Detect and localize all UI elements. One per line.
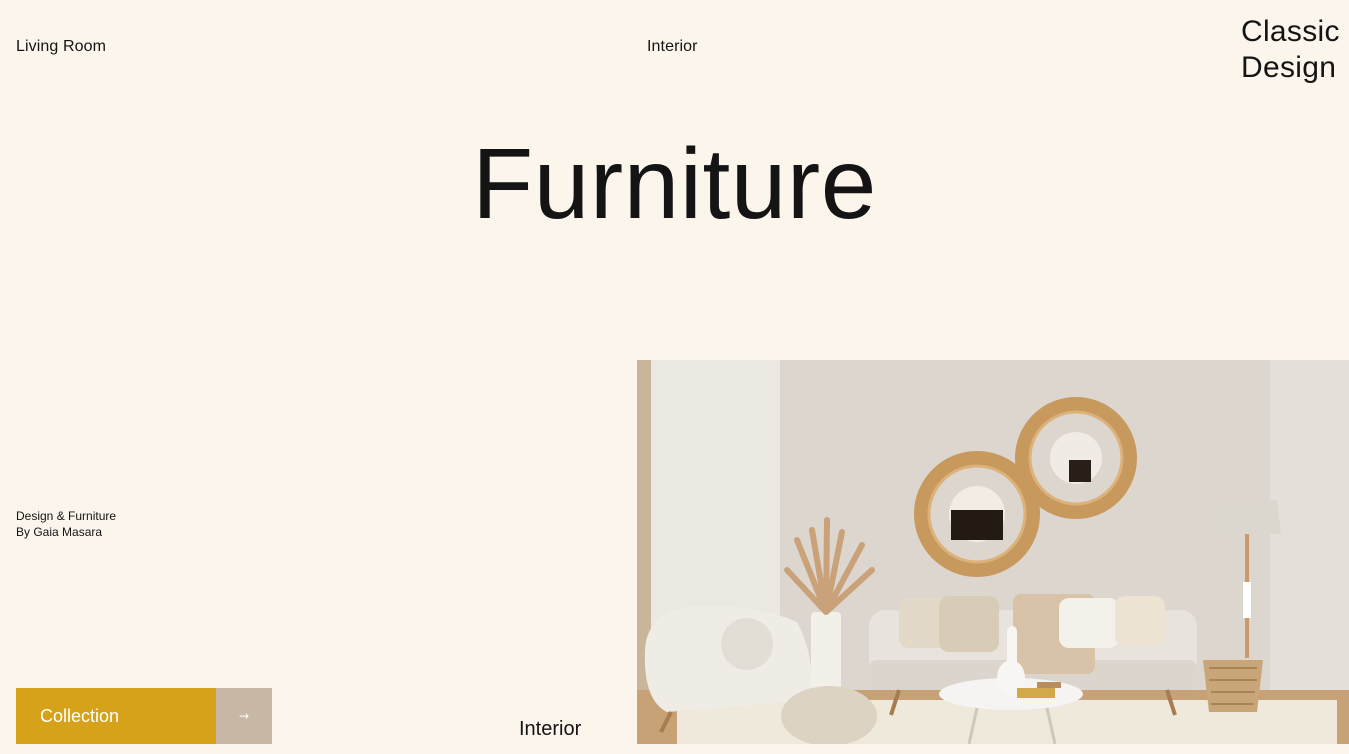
nav-link-living-room[interactable]: Living Room [16, 38, 106, 56]
credit-line-2: By Gaia Masara [16, 525, 103, 539]
collection-button[interactable]: Collection [16, 688, 216, 744]
brand-line-2: Design [1241, 51, 1337, 84]
hero-title: Furniture [472, 128, 877, 240]
arrow-right-icon: → [238, 709, 250, 723]
brand-logo[interactable]: Classic Design [1241, 14, 1340, 86]
brand-line-1: Classic [1241, 15, 1340, 48]
living-room-photo [637, 360, 1349, 744]
arrow-right-button[interactable]: → [216, 688, 272, 744]
footer-interior-label: Interior [519, 718, 582, 740]
credit-line-1: Design & Furniture [16, 509, 117, 523]
nav-link-interior[interactable]: Interior [647, 38, 698, 56]
credit-text: Design & Furniture By Gaia Masara [16, 508, 116, 540]
